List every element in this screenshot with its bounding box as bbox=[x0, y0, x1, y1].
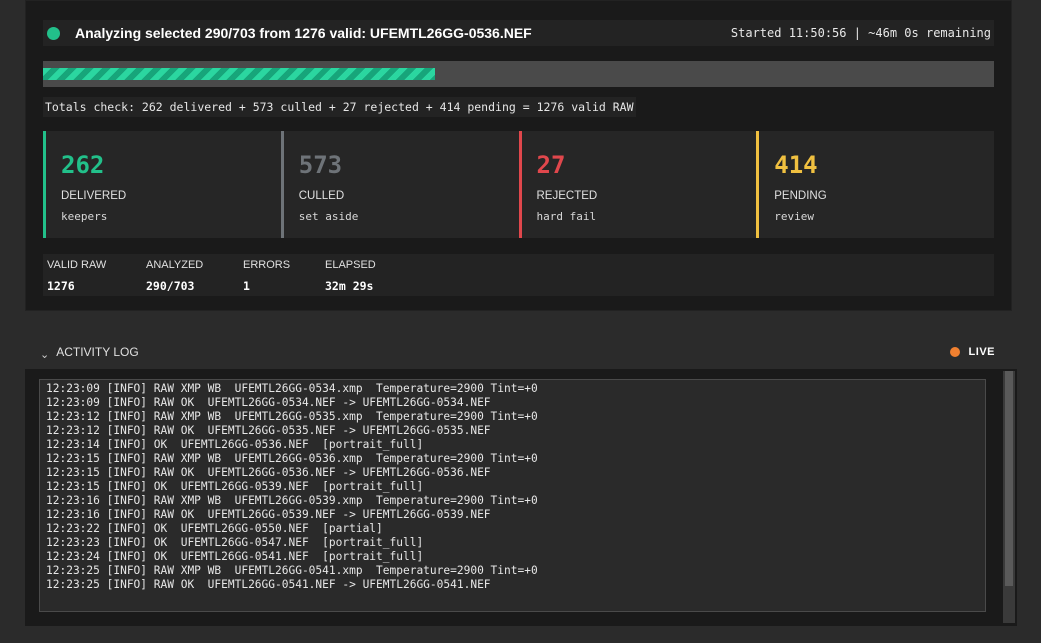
progress-bar bbox=[43, 61, 994, 87]
meta-elapsed: ELAPSED 32m 29s bbox=[325, 259, 376, 293]
log-line: 12:23:14 [INFO] OK UFEMTL26GG-0536.NEF [… bbox=[46, 438, 424, 451]
status-header: Analyzing selected 290/703 from 1276 val… bbox=[43, 20, 994, 46]
stat-value: 262 bbox=[61, 151, 105, 179]
activity-log-title: ACTIVITY LOG bbox=[56, 345, 139, 359]
status-panel: Analyzing selected 290/703 from 1276 val… bbox=[25, 0, 1012, 311]
log-line: 12:23:15 [INFO] RAW OK UFEMTL26GG-0536.N… bbox=[46, 466, 491, 479]
meta-key: ELAPSED bbox=[325, 259, 376, 271]
log-line: 12:23:16 [INFO] RAW OK UFEMTL26GG-0539.N… bbox=[46, 508, 491, 521]
meta-analyzed: ANALYZED 290/703 bbox=[146, 259, 203, 293]
meta-value: 1276 bbox=[47, 279, 75, 293]
log-line: 12:23:23 [INFO] OK UFEMTL26GG-0547.NEF [… bbox=[46, 536, 424, 549]
totals-check: Totals check: 262 delivered + 573 culled… bbox=[43, 97, 636, 117]
log-line: 12:23:25 [INFO] RAW OK UFEMTL26GG-0541.N… bbox=[46, 578, 491, 591]
log-line: 12:23:12 [INFO] RAW XMP WB UFEMTL26GG-05… bbox=[46, 410, 538, 423]
stats-row: 262 DELIVERED keepers 573 CULLED set asi… bbox=[43, 131, 994, 238]
log-line: 12:23:15 [INFO] RAW XMP WB UFEMTL26GG-05… bbox=[46, 452, 538, 465]
meta-value: 32m 29s bbox=[325, 279, 374, 293]
meta-key: ERRORS bbox=[243, 259, 291, 271]
activity-log[interactable]: 12:23:09 [INFO] RAW XMP WB UFEMTL26GG-05… bbox=[39, 379, 986, 612]
log-scrollbar[interactable] bbox=[1003, 371, 1015, 623]
stat-delivered: 262 DELIVERED keepers bbox=[43, 131, 281, 238]
live-indicator: LIVE bbox=[949, 346, 995, 358]
meta-row: VALID RAW 1276 ANALYZED 290/703 ERRORS 1… bbox=[43, 254, 994, 296]
status-dot-icon bbox=[47, 26, 60, 40]
stat-culled: 573 CULLED set aside bbox=[280, 131, 519, 238]
log-line: 12:23:12 [INFO] RAW OK UFEMTL26GG-0535.N… bbox=[46, 424, 491, 437]
stat-sub: keepers bbox=[61, 210, 108, 223]
meta-errors: ERRORS 1 bbox=[243, 259, 290, 293]
meta-value: 1 bbox=[243, 279, 250, 293]
stat-sub: hard fail bbox=[536, 210, 597, 223]
stat-label: DELIVERED bbox=[61, 190, 127, 202]
live-label: LIVE bbox=[968, 346, 995, 358]
stat-label: PENDING bbox=[774, 190, 827, 202]
live-dot-icon bbox=[949, 347, 960, 357]
activity-log-header[interactable]: ⌄ ACTIVITY LOG LIVE bbox=[40, 343, 995, 361]
log-line: 12:23:15 [INFO] OK UFEMTL26GG-0539.NEF [… bbox=[46, 480, 424, 493]
log-line: 12:23:09 [INFO] RAW XMP WB UFEMTL26GG-05… bbox=[46, 382, 538, 395]
log-line: 12:23:24 [INFO] OK UFEMTL26GG-0541.NEF [… bbox=[46, 550, 424, 563]
stat-value: 573 bbox=[298, 151, 343, 179]
chevron-down-icon[interactable]: ⌄ bbox=[40, 348, 49, 361]
meta-valid-raw: VALID RAW 1276 bbox=[47, 259, 106, 293]
stat-label: REJECTED bbox=[536, 190, 598, 202]
activity-log-panel: 12:23:09 [INFO] RAW XMP WB UFEMTL26GG-05… bbox=[25, 369, 1017, 626]
meta-key: VALID RAW bbox=[47, 259, 107, 271]
meta-key: ANALYZED bbox=[146, 259, 204, 271]
time-status: Started 11:50:56 | ~46m 0s remaining bbox=[730, 26, 991, 40]
stat-label: CULLED bbox=[298, 190, 345, 202]
progress-fill bbox=[43, 68, 435, 80]
log-scroll-thumb[interactable] bbox=[1005, 371, 1013, 586]
stat-rejected: 27 REJECTED hard fail bbox=[518, 131, 757, 238]
log-line: 12:23:16 [INFO] RAW XMP WB UFEMTL26GG-05… bbox=[46, 494, 538, 507]
stat-sub: review bbox=[774, 210, 814, 223]
stat-pending: 414 PENDING review bbox=[756, 131, 994, 238]
meta-value: 290/703 bbox=[146, 279, 195, 293]
log-line: 12:23:25 [INFO] RAW XMP WB UFEMTL26GG-05… bbox=[46, 564, 538, 577]
analysis-title: Analyzing selected 290/703 from 1276 val… bbox=[75, 25, 532, 41]
log-line: 12:23:22 [INFO] OK UFEMTL26GG-0550.NEF [… bbox=[46, 522, 383, 535]
log-line: 12:23:09 [INFO] RAW OK UFEMTL26GG-0534.N… bbox=[46, 396, 491, 409]
stat-value: 414 bbox=[774, 151, 818, 179]
stat-value: 27 bbox=[536, 151, 566, 179]
stat-sub: set aside bbox=[298, 210, 359, 223]
